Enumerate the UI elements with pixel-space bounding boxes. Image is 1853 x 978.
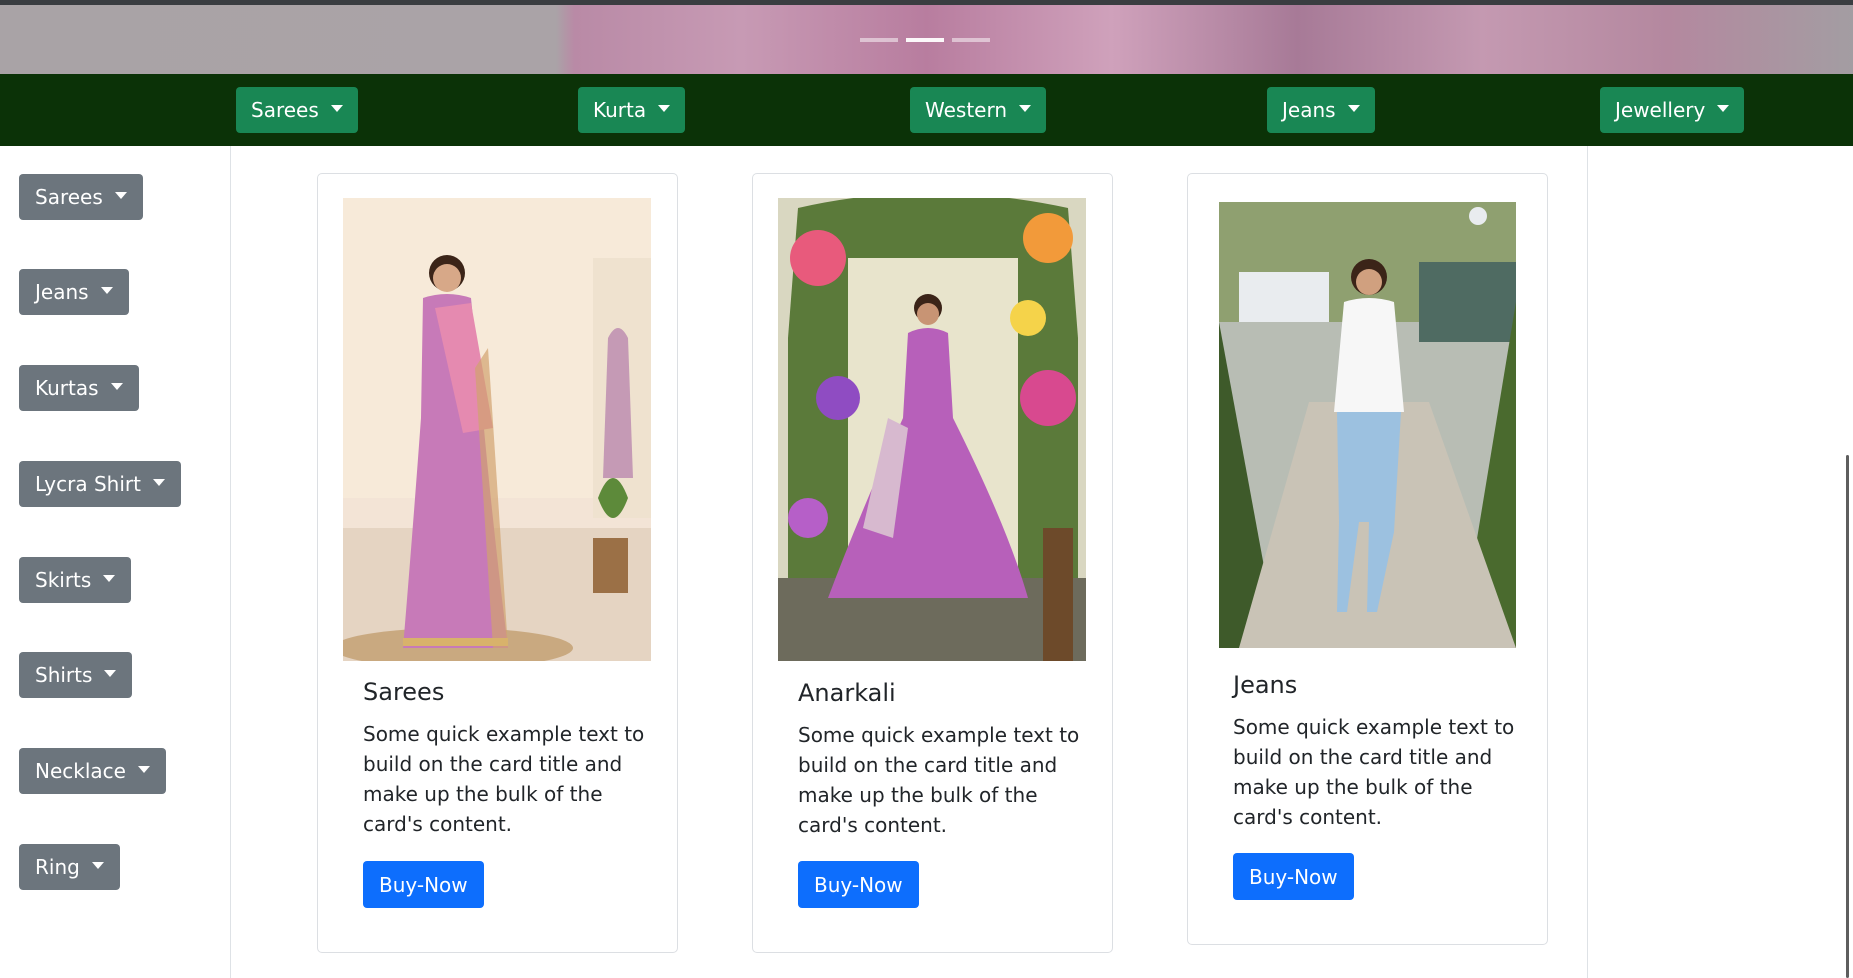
product-card-sarees: Sarees Some quick example text to build … [317,173,678,953]
topnav-dropdown-label: Jeans [1282,98,1336,122]
sidebar-dropdown-jeans[interactable]: Jeans [19,269,129,315]
buy-now-button[interactable]: Buy-Now [1233,853,1354,900]
carousel-indicator-2[interactable] [906,38,944,42]
topnav-dropdown-label: Sarees [251,98,319,122]
carousel-indicator-3[interactable] [952,38,990,42]
sidebar-dropdown-label: Skirts [35,568,92,592]
caret-down-icon [330,105,343,112]
card-title: Jeans [1233,671,1298,699]
product-image-saree [343,198,651,661]
carousel-indicators [860,38,990,42]
topnav-dropdown-jeans[interactable]: Jeans [1267,87,1375,133]
caret-down-icon [104,670,117,677]
caret-down-icon [658,105,671,112]
caret-down-icon [152,479,165,486]
sidebar-dropdown-shirts[interactable]: Shirts [19,652,133,698]
sidebar-dropdown-label: Kurtas [35,376,99,400]
buy-now-button[interactable]: Buy-Now [363,861,484,908]
sidebar-dropdown-label: Necklace [35,759,126,783]
page-scrollbar[interactable] [1846,455,1849,978]
caret-down-icon [103,575,116,582]
sidebar-dropdown-label: Shirts [35,663,93,687]
topnav-dropdown-label: Jewellery [1615,98,1706,122]
content-divider [1587,146,1588,978]
top-category-nav: Sarees Kurta Western Jeans Jewellery [0,74,1853,146]
product-card-jeans: Jeans Some quick example text to build o… [1187,173,1548,945]
caret-down-icon [91,862,104,869]
sidebar-dropdown-skirts[interactable]: Skirts [19,557,132,603]
caret-down-icon [100,287,113,294]
topnav-dropdown-sarees[interactable]: Sarees [236,87,358,133]
sidebar-dropdown-label: Lycra Shirt [35,472,141,496]
topnav-dropdown-label: Western [925,98,1008,122]
card-text: Some quick example text to build on the … [798,723,1080,837]
card-title: Sarees [363,678,445,706]
caret-down-icon [1019,105,1032,112]
sidebar-dropdown-ring[interactable]: Ring [19,844,120,890]
product-image-anarkali [778,198,1086,661]
sidebar-dropdown-lycra-shirt[interactable]: Lycra Shirt [19,461,181,507]
sidebar-dropdown-kurtas[interactable]: Kurtas [19,365,139,411]
topnav-dropdown-western[interactable]: Western [910,87,1047,133]
sidebar: Sarees Jeans Kurtas Lycra Shirt Skirts S… [0,146,231,978]
caret-down-icon [1717,105,1730,112]
buy-now-button[interactable]: Buy-Now [798,861,919,908]
product-image-jeans [1219,202,1516,648]
topnav-dropdown-label: Kurta [593,98,647,122]
sidebar-dropdown-label: Jeans [35,280,89,304]
topnav-dropdown-kurta[interactable]: Kurta [578,87,686,133]
sidebar-dropdown-sarees[interactable]: Sarees [19,174,143,220]
sidebar-dropdown-label: Sarees [35,185,103,209]
caret-down-icon [137,766,150,773]
card-title: Anarkali [798,679,896,707]
caret-down-icon [114,192,127,199]
caret-down-icon [1347,105,1360,112]
sidebar-dropdown-necklace[interactable]: Necklace [19,748,166,794]
hero-carousel[interactable] [0,0,1853,74]
topnav-dropdown-jewellery[interactable]: Jewellery [1600,87,1745,133]
card-text: Some quick example text to build on the … [1233,715,1515,829]
product-card-anarkali: Anarkali Some quick example text to buil… [752,173,1113,953]
caret-down-icon [110,383,123,390]
carousel-indicator-1[interactable] [860,38,898,42]
card-text: Some quick example text to build on the … [363,722,645,836]
sidebar-dropdown-label: Ring [35,855,80,879]
